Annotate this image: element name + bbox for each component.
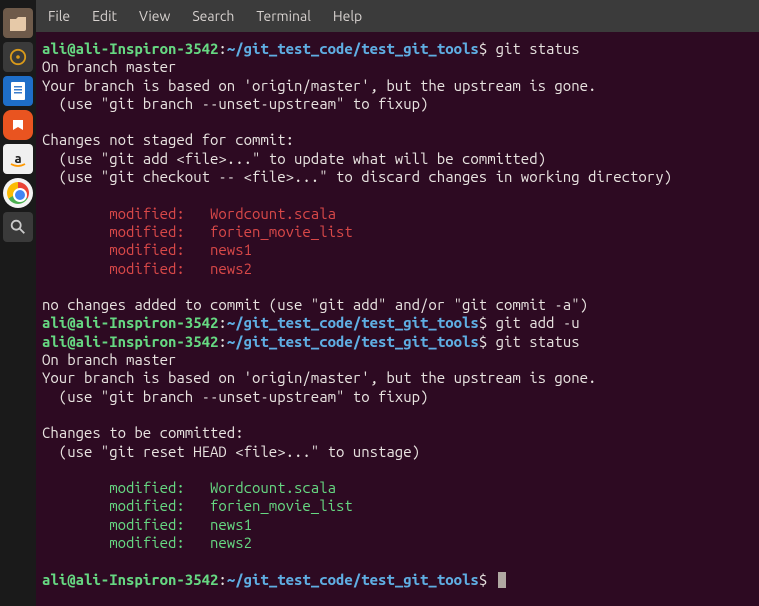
amazon-icon[interactable]: a bbox=[3, 144, 33, 174]
files-icon[interactable] bbox=[3, 8, 33, 38]
out-line bbox=[42, 552, 50, 569]
menu-view[interactable]: View bbox=[139, 8, 170, 24]
out-line: no changes added to commit (use "git add… bbox=[42, 296, 588, 313]
prompt-user: ali@ali-Inspiron-3542 bbox=[42, 333, 218, 350]
prompt-path: ~/git_test_code/test_git_tools bbox=[227, 333, 479, 350]
cmd-text: git add -u bbox=[487, 314, 579, 331]
modified-line: modified: forien_movie_list bbox=[42, 223, 353, 240]
document-icon[interactable] bbox=[3, 76, 33, 106]
out-line bbox=[42, 278, 50, 295]
out-line bbox=[42, 113, 50, 130]
magnifier-icon[interactable] bbox=[3, 212, 33, 242]
prompt-dollar: $ bbox=[479, 571, 487, 588]
out-line: (use "git branch --unset-upstream" to fi… bbox=[42, 388, 428, 405]
prompt-dollar: $ bbox=[479, 314, 487, 331]
out-line: Your branch is based on 'origin/master',… bbox=[42, 77, 596, 94]
out-line: (use "git branch --unset-upstream" to fi… bbox=[42, 95, 428, 112]
prompt-user: ali@ali-Inspiron-3542 bbox=[42, 40, 218, 57]
out-line: (use "git reset HEAD <file>..." to unsta… bbox=[42, 443, 420, 460]
prompt-user: ali@ali-Inspiron-3542 bbox=[42, 314, 218, 331]
modified-line: modified: Wordcount.scala bbox=[42, 205, 336, 222]
out-line bbox=[42, 186, 50, 203]
main-area: File Edit View Search Terminal Help ali@… bbox=[36, 0, 759, 606]
cursor bbox=[498, 572, 506, 588]
menu-file[interactable]: File bbox=[48, 8, 70, 24]
modified-line: modified: news1 bbox=[42, 241, 252, 258]
modified-line: modified: news2 bbox=[42, 260, 252, 277]
modified-line: modified: forien_movie_list bbox=[42, 497, 353, 514]
menubar: File Edit View Search Terminal Help bbox=[36, 0, 759, 32]
terminal-output[interactable]: ali@ali-Inspiron-3542:~/git_test_code/te… bbox=[36, 32, 759, 606]
prompt-sep: : bbox=[218, 571, 226, 588]
menu-help[interactable]: Help bbox=[333, 8, 362, 24]
rhythmbox-icon[interactable] bbox=[3, 42, 33, 72]
prompt-dollar: $ bbox=[479, 40, 487, 57]
menu-search[interactable]: Search bbox=[192, 8, 234, 24]
prompt-sep: : bbox=[218, 333, 226, 350]
menu-terminal[interactable]: Terminal bbox=[256, 8, 311, 24]
out-line bbox=[42, 461, 50, 478]
out-line: (use "git add <file>..." to update what … bbox=[42, 150, 546, 167]
svg-text:a: a bbox=[14, 152, 21, 166]
chrome-icon[interactable] bbox=[3, 178, 33, 208]
out-line bbox=[42, 406, 50, 423]
prompt-dollar: $ bbox=[479, 333, 487, 350]
out-line: Your branch is based on 'origin/master',… bbox=[42, 369, 596, 386]
cmd-text: git status bbox=[487, 333, 579, 350]
launcher-dock: a bbox=[0, 0, 36, 606]
prompt-sep: : bbox=[218, 314, 226, 331]
prompt-path: ~/git_test_code/test_git_tools bbox=[227, 314, 479, 331]
cmd-text: git status bbox=[487, 40, 579, 57]
prompt-user: ali@ali-Inspiron-3542 bbox=[42, 571, 218, 588]
prompt-path: ~/git_test_code/test_git_tools bbox=[227, 571, 479, 588]
modified-line: modified: news2 bbox=[42, 534, 252, 551]
prompt-sep: : bbox=[218, 40, 226, 57]
menu-edit[interactable]: Edit bbox=[92, 8, 117, 24]
out-line: Changes to be committed: bbox=[42, 424, 244, 441]
software-center-icon[interactable] bbox=[3, 110, 33, 140]
out-line: Changes not staged for commit: bbox=[42, 131, 294, 148]
out-line: (use "git checkout -- <file>..." to disc… bbox=[42, 168, 672, 185]
modified-line: modified: news1 bbox=[42, 516, 252, 533]
prompt-path: ~/git_test_code/test_git_tools bbox=[227, 40, 479, 57]
out-line: On branch master bbox=[42, 351, 176, 368]
out-line: On branch master bbox=[42, 58, 176, 75]
modified-line: modified: Wordcount.scala bbox=[42, 479, 336, 496]
